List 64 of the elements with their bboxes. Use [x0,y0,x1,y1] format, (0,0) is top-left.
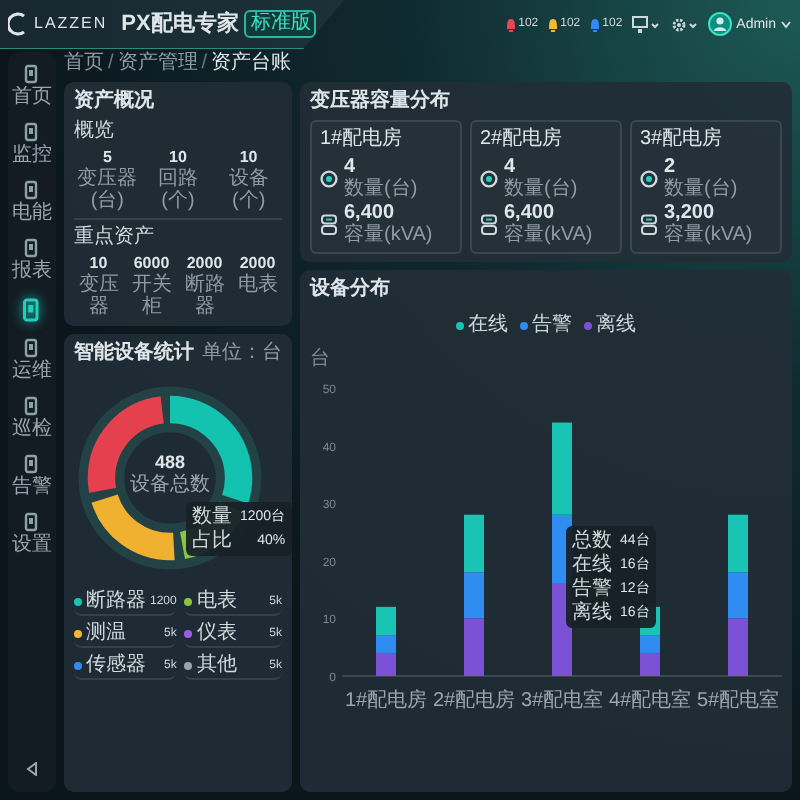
stat-value: 2000 [186,254,223,273]
room-title: 3#配电房 [640,128,725,152]
card-title: 变压器容量分布 [310,90,452,114]
stat-label: 电表 [237,274,278,296]
legend-label: 仪表 [196,622,239,644]
group-title: 概览 [74,120,116,144]
group-title: 重点资产 [74,226,156,250]
stat-label: 回路(个) [155,168,200,212]
stat-label: 开关柜 [129,274,174,318]
stat-value: 2000 [239,254,276,273]
legend-label: 离线 [596,314,636,336]
legend-label: 其他 [196,654,239,676]
edition-badge: 标准版 [244,9,317,37]
stat-value: 3,200 [664,202,717,224]
card-title: 智能设备统计 [74,342,194,366]
legend-label: 电表 [196,590,239,612]
category-label: 2#配电房 [432,690,516,712]
legend-label: 在线 [468,314,508,336]
category-label: 5#配电室 [696,690,780,712]
stat-label: 容量(kVA) [344,224,433,246]
tooltip-label: 离线 [572,602,612,624]
stat-label: 容量(kVA) [664,224,753,246]
stat-value: 6,400 [504,202,557,224]
category-label: 3#配电室 [520,690,604,712]
stat-value: 4 [344,156,358,178]
stat-value: 6000 [133,254,170,273]
tooltip-label: 告警 [572,578,612,600]
breadcrumb-separator: / [201,52,208,76]
legend-label: 传感器 [86,654,148,676]
card-title: 设备分布 [310,278,392,302]
stat-value: 10 [89,254,108,273]
unit-label: 单位：台 [202,342,282,366]
total-label: 设备总数 [130,474,210,498]
stat-label: 容量(kVA) [504,224,593,246]
stat-label: 数量(台) [504,178,578,200]
stat-label: 设备(个) [226,168,271,212]
product-title: PX配电专家 [121,9,239,38]
stat-value: 2 [664,156,678,178]
stat-value: 6,400 [344,202,397,224]
tooltip-label: 在线 [572,554,612,576]
stat-label: 数量(台) [664,178,738,200]
total-count: 488 [154,452,186,473]
legend-label: 断路器 [86,590,146,612]
stat-label: 断路器 [182,274,227,318]
stat-label: 变压器 [76,274,121,318]
breadcrumb-separator: / [108,52,114,76]
axis-unit-label: 台 [310,348,330,370]
tooltip-label: 总数 [572,530,612,552]
stat-value: 4 [504,156,518,178]
brand-name: LAZZEN [34,14,108,32]
room-title: 2#配电房 [480,128,565,152]
legend-label: 告警 [532,314,572,336]
legend-label: 测温 [86,622,128,644]
stat-value: 5 [102,148,112,168]
category-label: 4#配电室 [608,690,692,712]
stat-value: 10 [239,148,258,168]
room-title: 1#配电房 [320,128,405,152]
card-title: 资产概况 [74,90,156,114]
stat-label: 变压器(台) [75,168,140,212]
stat-value: 10 [169,148,187,168]
category-label: 1#配电房 [344,690,428,712]
tooltip-label: 占比 [192,530,232,552]
tooltip-label: 数量 [192,506,232,528]
stat-label: 数量(台) [344,178,418,200]
